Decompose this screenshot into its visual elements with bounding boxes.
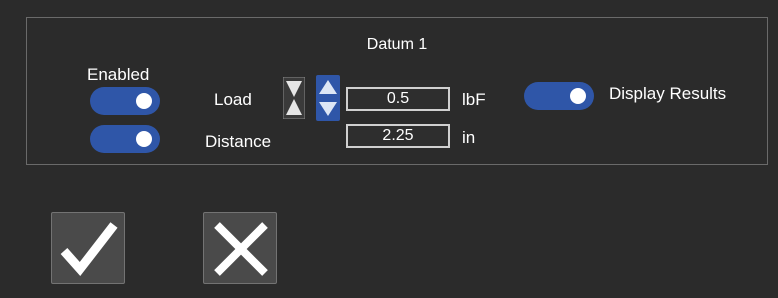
check-icon	[60, 222, 118, 277]
group-title: Datum 1	[366, 36, 428, 53]
distance-enabled-toggle[interactable]	[90, 125, 160, 153]
toggle-knob	[136, 131, 152, 147]
hourglass-icon	[282, 76, 306, 120]
datum-group-box: Datum 1 Enabled Load 0.5 lbF Distance 2.…	[26, 17, 768, 165]
confirm-button[interactable]	[51, 212, 125, 284]
cancel-button[interactable]	[203, 212, 277, 284]
load-unit: lbF	[462, 90, 486, 109]
distance-unit: in	[462, 128, 476, 147]
distance-value-field[interactable]: 2.25	[346, 124, 450, 148]
toggle-knob	[136, 93, 152, 109]
distance-label: Distance	[205, 132, 272, 151]
up-down-arrows-icon	[316, 75, 340, 121]
load-enabled-toggle[interactable]	[90, 87, 160, 115]
display-results-toggle[interactable]	[524, 82, 594, 110]
enabled-label: Enabled	[87, 65, 150, 84]
value-spin-button[interactable]	[316, 75, 340, 121]
display-results-label: Display Results	[609, 84, 727, 103]
hourglass-spin-button[interactable]	[282, 76, 306, 120]
load-value-field[interactable]: 0.5	[346, 87, 450, 111]
toggle-knob	[570, 88, 586, 104]
load-label: Load	[214, 90, 252, 109]
x-icon	[214, 222, 268, 276]
